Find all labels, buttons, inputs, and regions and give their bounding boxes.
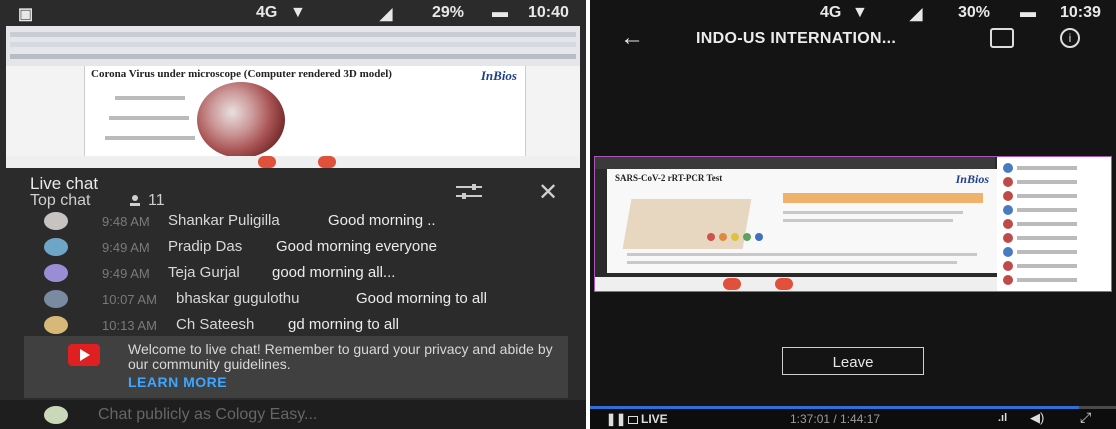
brand-logo: InBios xyxy=(955,172,989,186)
message-text: Good morning .. xyxy=(328,212,436,229)
chat-input-row[interactable]: Chat publicly as Cology Easy... xyxy=(0,400,586,429)
message-time: 9:49 AM xyxy=(102,240,150,255)
timecode: 1:37:01 / 1:44:17 xyxy=(790,412,881,426)
live-badge[interactable]: LIVE xyxy=(628,412,668,426)
chat-bubble-icon[interactable] xyxy=(990,28,1014,48)
learn-more-link[interactable]: LEARN MORE xyxy=(128,374,227,390)
slide-headline xyxy=(783,193,983,203)
author-name: Ch Sateesh xyxy=(176,316,255,333)
author-name: Pradip Das xyxy=(168,238,243,255)
back-arrow-icon[interactable]: ← xyxy=(620,24,644,52)
network-label: 4G xyxy=(820,4,842,21)
notice-text: Welcome to live chat! Remember to guard … xyxy=(128,341,553,372)
author-name: Shankar Puligilla xyxy=(168,212,280,229)
battery-percent: 29% xyxy=(432,4,465,21)
signal-strength-icon: .ıl xyxy=(998,412,1008,424)
people-icon xyxy=(130,195,140,206)
chat-message: 10:07 AM bhaskar gugulothu Good morning … xyxy=(0,288,586,314)
signal-icon: ◢ xyxy=(910,6,923,23)
battery-icon: ▬ xyxy=(1020,4,1036,21)
shared-video-controls xyxy=(595,277,997,291)
video-controls xyxy=(6,156,580,168)
brand-logo: InBios xyxy=(480,68,517,83)
shared-browser-chrome xyxy=(595,157,995,169)
pause-icon[interactable]: ❚❚ xyxy=(606,412,626,426)
avatar xyxy=(44,212,68,230)
signal-icon: ◢ xyxy=(380,6,393,23)
shared-screen[interactable]: SARS-CoV-2 rRT-PCR Test InBios xyxy=(594,156,1112,292)
right-screen: 4G ▼ ◢ 30% ▬ 10:39 ← INDO-US INTERNATION… xyxy=(590,0,1116,429)
test-kit-image xyxy=(622,199,752,249)
mic-button[interactable] xyxy=(258,156,276,168)
progress-bar[interactable] xyxy=(590,406,1116,409)
message-time: 10:07 AM xyxy=(102,292,157,307)
slide-title: Corona Virus under microscope (Computer … xyxy=(91,68,392,80)
message-text: Good morning everyone xyxy=(276,238,437,255)
chat-title: Live chat xyxy=(30,174,99,193)
gallery-icon: ▣ xyxy=(18,6,34,23)
wifi-icon: ▼ xyxy=(852,4,868,21)
message-time: 10:13 AM xyxy=(102,318,157,333)
avatar xyxy=(44,264,68,282)
slide-title: SARS-CoV-2 rRT-PCR Test xyxy=(615,173,723,183)
chat-header: Live chat Top chat 11 xyxy=(0,168,586,209)
avatar xyxy=(44,290,68,308)
message-text: gd morning to all xyxy=(288,316,399,333)
viewer-count: 11 xyxy=(148,192,165,209)
presentation-slide: Corona Virus under microscope (Computer … xyxy=(84,66,526,160)
mic-button xyxy=(723,278,741,290)
chat-message: 9:49 AM Teja Gurjal good morning all... xyxy=(0,262,586,288)
participants-sidebar xyxy=(997,157,1111,291)
network-label: 4G xyxy=(256,4,278,21)
expand-icon[interactable]: ⤢ xyxy=(1080,409,1091,426)
player-controls: ❚❚ LIVE 1:37:01 / 1:44:17 .ıl ◀) ⤢ xyxy=(590,406,1116,429)
clock: 10:40 xyxy=(528,4,569,21)
chat-welcome-notice: Welcome to live chat! Remember to guard … xyxy=(24,336,568,398)
progress-fill xyxy=(590,406,1080,409)
author-name: bhaskar gugulothu xyxy=(176,290,300,307)
left-screen: ▣ 4G ▼ ◢ 29% ▬ 10:40 Corona Virus under … xyxy=(0,0,586,429)
embedded-browser-chrome xyxy=(6,26,580,66)
filter-icon[interactable] xyxy=(454,182,484,202)
battery-percent: 30% xyxy=(958,4,991,21)
virus-image xyxy=(197,82,285,158)
wifi-icon: ▼ xyxy=(290,4,306,21)
message-time: 9:48 AM xyxy=(102,214,150,229)
avatar xyxy=(44,316,68,334)
top-app-bar: ← INDO-US INTERNATION... i xyxy=(590,22,1116,56)
info-icon[interactable]: i xyxy=(1060,28,1080,48)
avatar xyxy=(44,406,68,424)
live-label: LIVE xyxy=(641,412,668,426)
volume-icon[interactable]: ◀) xyxy=(1030,410,1044,426)
chat-mode-selector[interactable]: Top chat xyxy=(30,192,90,210)
message-text: good morning all... xyxy=(272,264,396,281)
end-button[interactable] xyxy=(318,156,336,168)
video-player[interactable]: Corona Virus under microscope (Computer … xyxy=(6,66,580,166)
presentation-slide: SARS-CoV-2 rRT-PCR Test InBios xyxy=(607,169,997,273)
leave-button[interactable]: Leave xyxy=(782,347,924,375)
message-time: 9:49 AM xyxy=(102,266,150,281)
clock: 10:39 xyxy=(1060,4,1101,21)
status-bar: ▣ 4G ▼ ◢ 29% ▬ 10:40 xyxy=(0,0,586,26)
chat-message: 9:48 AM Shankar Puligilla Good morning .… xyxy=(0,210,586,236)
battery-icon: ▬ xyxy=(492,4,508,21)
end-button xyxy=(775,278,793,290)
youtube-icon xyxy=(68,344,100,366)
close-icon[interactable]: ✕ xyxy=(538,178,558,207)
message-text: Good morning to all xyxy=(356,290,487,307)
chat-message: 9:49 AM Pradip Das Good morning everyone xyxy=(0,236,586,262)
chat-input[interactable]: Chat publicly as Cology Easy... xyxy=(98,406,317,424)
author-name: Teja Gurjal xyxy=(168,264,240,281)
avatar xyxy=(44,238,68,256)
page-title: INDO-US INTERNATION... xyxy=(696,30,897,47)
